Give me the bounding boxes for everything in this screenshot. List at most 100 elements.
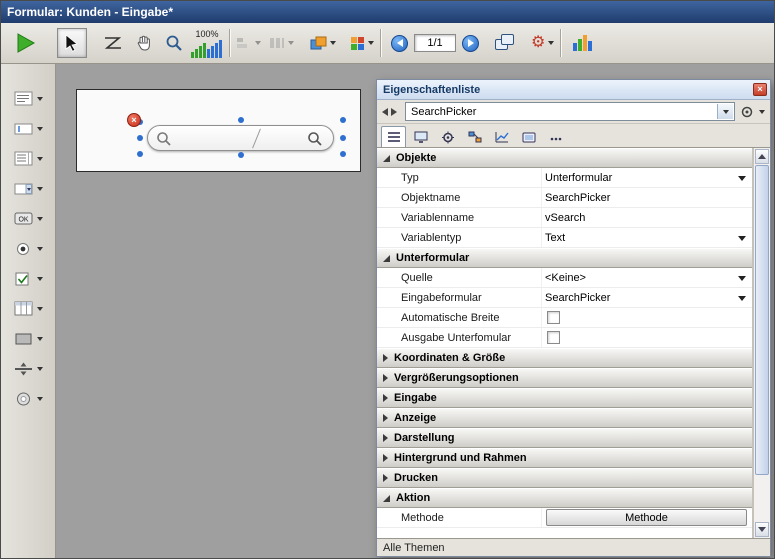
section-header-koordinaten[interactable]: Koordinaten & Größe — [377, 348, 752, 368]
listbox-tool-button[interactable] — [4, 144, 52, 174]
warning-badge[interactable]: × — [127, 113, 141, 127]
rectangle-tool-button[interactable] — [4, 324, 52, 354]
selection-handle[interactable] — [238, 117, 244, 123]
checkbox-tool-button[interactable] — [4, 264, 52, 294]
chevron-down-icon[interactable] — [37, 307, 43, 311]
entry-order-button[interactable] — [103, 35, 123, 51]
align-button[interactable] — [236, 36, 261, 50]
columns-tool-button[interactable] — [4, 294, 52, 324]
chevron-down-icon[interactable] — [37, 187, 43, 191]
dropdown-caret-icon[interactable] — [738, 236, 746, 241]
distribute-button[interactable] — [269, 36, 294, 50]
property-row-eingabeformular[interactable]: Eingabeformular SearchPicker — [377, 288, 752, 308]
dropdown-caret-icon[interactable] — [738, 276, 746, 281]
zoom-tool-button[interactable] — [165, 34, 183, 52]
input-tool-button[interactable] — [4, 114, 52, 144]
property-value[interactable]: <Keine> — [545, 272, 586, 284]
tab-settings[interactable] — [435, 126, 460, 147]
tab-links[interactable] — [462, 126, 487, 147]
property-row-quelle[interactable]: Quelle <Keine> — [377, 268, 752, 288]
section-header-unterformular[interactable]: Unterformular — [377, 248, 752, 268]
section-header-eingabe[interactable]: Eingabe — [377, 388, 752, 408]
chevron-down-icon[interactable] — [37, 157, 43, 161]
selection-handle[interactable] — [340, 135, 346, 141]
tab-screen[interactable] — [408, 126, 433, 147]
selection-handle[interactable] — [137, 151, 143, 157]
palette-scrollbar[interactable] — [753, 148, 770, 538]
section-header-objekte[interactable]: Objekte — [377, 148, 752, 168]
dropdown-caret-icon[interactable] — [738, 296, 746, 301]
window-titlebar[interactable]: Formular: Kunden - Eingabe* — [1, 1, 774, 23]
scrollbar-thumb[interactable] — [755, 165, 769, 475]
zoom-bars-icon[interactable] — [191, 40, 223, 58]
property-row-typ[interactable]: Typ Unterformular — [377, 168, 752, 188]
selection-handle[interactable] — [137, 135, 143, 141]
button-tool-button[interactable]: OK — [4, 204, 52, 234]
chevron-down-icon[interactable] — [37, 97, 43, 101]
settings-button[interactable]: ⚙ — [531, 35, 554, 51]
property-value[interactable]: vSearch — [545, 212, 585, 224]
combobox-dropdown-button[interactable] — [717, 104, 733, 119]
property-value[interactable]: SearchPicker — [545, 292, 610, 304]
property-row-objektname[interactable]: Objektname SearchPicker — [377, 188, 752, 208]
chevron-down-icon[interactable] — [37, 337, 43, 341]
section-header-darstellung[interactable]: Darstellung — [377, 428, 752, 448]
property-row-automatische-breite[interactable]: Automatische Breite — [377, 308, 752, 328]
next-object-button[interactable] — [391, 108, 397, 116]
tab-property-list[interactable] — [381, 126, 406, 147]
tab-display[interactable] — [516, 126, 541, 147]
palette-titlebar[interactable]: Eigenschaftenliste × — [377, 80, 770, 100]
section-header-vergroesserung[interactable]: Vergrößerungsoptionen — [377, 368, 752, 388]
object-selector-combobox[interactable]: SearchPicker — [405, 102, 735, 121]
selection-handle[interactable] — [238, 152, 244, 158]
color-button[interactable] — [350, 36, 374, 51]
section-header-aktion[interactable]: Aktion — [377, 488, 752, 508]
combobox-tool-button[interactable] — [4, 174, 52, 204]
chevron-down-icon[interactable] — [37, 217, 43, 221]
tab-more[interactable] — [543, 126, 568, 147]
form-windows-button[interactable] — [495, 34, 515, 52]
chevron-down-icon[interactable] — [37, 247, 43, 251]
hand-tool-button[interactable] — [135, 34, 153, 52]
property-value[interactable]: Text — [545, 232, 565, 244]
palette-options-button[interactable] — [740, 105, 765, 119]
tab-chart[interactable] — [489, 126, 514, 147]
chevron-down-icon[interactable] — [37, 397, 43, 401]
property-row-ausgabe-unterfomular[interactable]: Ausgabe Unterfomular — [377, 328, 752, 348]
property-value[interactable]: Unterformular — [545, 172, 612, 184]
prev-object-button[interactable] — [382, 108, 388, 116]
text-tool-button[interactable] — [4, 84, 52, 114]
property-row-methode[interactable]: Methode Methode — [377, 508, 752, 528]
palette-statusbar[interactable]: Alle Themen — [377, 538, 770, 556]
select-tool-button[interactable] — [57, 28, 87, 58]
splitter-tool-button[interactable] — [4, 354, 52, 384]
chevron-down-icon[interactable] — [37, 127, 43, 131]
section-header-hintergrund[interactable]: Hintergrund und Rahmen — [377, 448, 752, 468]
prev-page-button[interactable] — [391, 35, 408, 52]
zoom-control[interactable]: 100% — [191, 29, 223, 58]
section-header-anzeige[interactable]: Anzeige — [377, 408, 752, 428]
theme-filter-label[interactable]: Alle Themen — [383, 542, 445, 554]
methode-button[interactable]: Methode — [546, 509, 747, 526]
property-row-variablenname[interactable]: Variablenname vSearch — [377, 208, 752, 228]
run-button[interactable] — [15, 32, 37, 54]
checkbox[interactable] — [547, 331, 560, 344]
property-row-variablentyp[interactable]: Variablentyp Text — [377, 228, 752, 248]
chart-button[interactable] — [571, 33, 593, 53]
radio-tool-button[interactable] — [4, 234, 52, 264]
search-picker-object[interactable] — [147, 125, 334, 151]
oval-tool-button[interactable] — [4, 384, 52, 414]
layer-button[interactable] — [310, 36, 336, 51]
dropdown-caret-icon[interactable] — [738, 176, 746, 181]
selection-handle[interactable] — [340, 117, 346, 123]
close-icon[interactable]: × — [753, 83, 767, 96]
next-page-button[interactable] — [462, 35, 479, 52]
scroll-down-button[interactable] — [755, 522, 769, 537]
section-header-drucken[interactable]: Drucken — [377, 468, 752, 488]
selection-handle[interactable] — [340, 151, 346, 157]
chevron-down-icon[interactable] — [37, 277, 43, 281]
chevron-down-icon[interactable] — [37, 367, 43, 371]
property-value[interactable]: SearchPicker — [545, 192, 610, 204]
scroll-up-button[interactable] — [755, 149, 769, 164]
checkbox[interactable] — [547, 311, 560, 324]
